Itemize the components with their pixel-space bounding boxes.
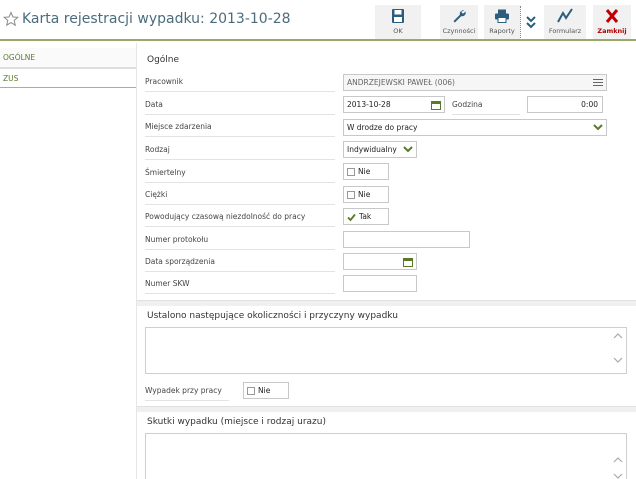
sidebar-item-ogolne[interactable]: OGÓLNE (0, 48, 136, 68)
data-sporzadzenia-field[interactable] (343, 253, 417, 270)
checkbox-box (247, 387, 255, 395)
numer-protokolu-input[interactable] (343, 231, 470, 248)
ciezki-checkbox[interactable]: Nie (343, 186, 389, 203)
label-pracownik: Pracownik (145, 76, 335, 92)
label-miejsce: Miejsce zdarzenia (145, 121, 335, 137)
skutki-textarea[interactable] (145, 433, 627, 479)
label-godzina: Godzina (452, 99, 520, 115)
checkbox-box (347, 168, 355, 176)
label-niezdolnosc: Powodujący czasową niezdolność do pracy (145, 211, 335, 227)
label-smiertelny: Śmiertelny (145, 167, 335, 183)
main-panel: Ogólne Pracownik ANDRZEJEWSKI PAWEŁ (006… (137, 43, 636, 479)
czynnosci-button[interactable]: Czynności (440, 5, 478, 39)
chevron-down-icon (593, 124, 603, 131)
rodzaj-value: Indywidualny (347, 145, 397, 154)
toolbar-separator (520, 6, 521, 38)
wypadek-przy-pracy-checkbox[interactable]: Nie (243, 382, 289, 399)
label-numer-protokolu: Numer protokołu (145, 234, 335, 250)
label-wypadek-przy-pracy: Wypadek przy pracy (145, 385, 229, 401)
ciezki-value: Nie (358, 190, 371, 199)
label-data-sporzadzenia: Data sporządzenia (145, 256, 335, 272)
pracownik-field[interactable]: ANDRZEJEWSKI PAWEŁ (006) (343, 74, 607, 91)
section-title-ogolne: Ogólne (147, 55, 180, 65)
numer-skw-input[interactable] (343, 275, 417, 292)
calendar-icon[interactable] (403, 257, 413, 267)
zamknij-button[interactable]: Zamknij (593, 5, 631, 39)
scrollbar-arrows[interactable] (613, 434, 623, 479)
formularz-button[interactable]: Formularz (544, 5, 586, 39)
scrollbar-arrows[interactable] (613, 328, 623, 373)
checkbox-box (347, 191, 355, 199)
section-separator (137, 406, 636, 412)
smiertelny-value: Nie (358, 167, 371, 176)
niezdolnosc-value: Tak (359, 212, 372, 221)
printer-icon (495, 9, 509, 23)
label-ciezki: Ciężki (145, 189, 335, 205)
save-icon (392, 9, 404, 23)
double-chevron-down-icon (526, 16, 536, 29)
more-button[interactable] (523, 5, 539, 39)
sidebar: OGÓLNE ZUS (0, 43, 136, 479)
wypadek-przy-pracy-value: Nie (258, 386, 271, 395)
niezdolnosc-checkbox[interactable]: Tak (343, 208, 389, 225)
miejsce-value: W drodze do pracy (347, 123, 418, 132)
raporty-button[interactable]: Raporty (484, 5, 520, 39)
data-value: 2013-10-28 (347, 100, 391, 109)
section-separator (137, 300, 636, 306)
list-icon[interactable] (593, 78, 603, 87)
smiertelny-checkbox[interactable]: Nie (343, 163, 389, 180)
pracownik-value: ANDRZEJEWSKI PAWEŁ (006) (347, 78, 455, 87)
godzina-value: 0:00 (581, 100, 598, 109)
okolicznosci-textarea[interactable] (145, 327, 627, 374)
wrench-icon (453, 10, 466, 23)
data-field[interactable]: 2013-10-28 (343, 96, 445, 113)
sidebar-item-zus[interactable]: ZUS (0, 68, 136, 88)
label-data: Data (145, 99, 335, 115)
label-rodzaj: Rodzaj (145, 144, 335, 160)
form-lightning-icon (557, 8, 573, 23)
label-numer-skw: Numer SKW (145, 278, 335, 294)
section-title-okolicznosci: Ustalono następujące okoliczności i przy… (147, 311, 398, 321)
godzina-field[interactable]: 0:00 (527, 96, 603, 113)
calendar-icon[interactable] (431, 100, 441, 110)
header: Karta rejestracji wypadku: 2013-10-28 OK… (0, 0, 636, 41)
ok-button[interactable]: OK (375, 5, 421, 39)
checkmark-icon (347, 213, 356, 221)
miejsce-select[interactable]: W drodze do pracy (343, 119, 607, 136)
star-icon[interactable] (3, 11, 19, 27)
page-title: Karta rejestracji wypadku: 2013-10-28 (22, 11, 291, 27)
close-icon (605, 9, 619, 23)
section-title-skutki: Skutki wypadku (miejsce i rodzaj urazu) (147, 417, 326, 427)
rodzaj-select[interactable]: Indywidualny (343, 141, 417, 158)
chevron-down-icon (403, 146, 413, 153)
